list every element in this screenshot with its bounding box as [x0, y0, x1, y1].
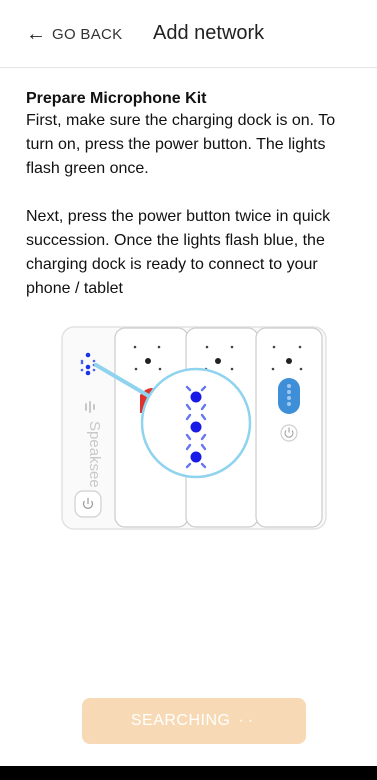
- searching-label: SEARCHING: [130, 712, 231, 729]
- go-back-button[interactable]: ← GO BACK: [26, 22, 122, 46]
- loading-dots-icon: ··: [238, 712, 258, 729]
- searching-button[interactable]: SEARCHING ··: [82, 698, 306, 744]
- page-title: Add network: [153, 22, 265, 44]
- instructions: Prepare Microphone Kit First, make sure …: [26, 90, 361, 301]
- screen: ← GO BACK Add network Prepare Microphone…: [0, 0, 377, 766]
- instruction-paragraph-1: First, make sure the charging dock is on…: [26, 112, 336, 177]
- go-back-label: GO BACK: [52, 25, 123, 43]
- slot-power-button: [280, 424, 298, 442]
- kit-title: Prepare Microphone Kit: [26, 90, 207, 107]
- header: ← GO BACK Add network: [0, 0, 377, 68]
- instruction-paragraph-2: Next, press the power button twice in qu…: [26, 208, 331, 297]
- brand-label: Speaksee: [86, 421, 103, 488]
- charging-dock-illustration: Speaksee: [61, 326, 327, 530]
- arrow-left-icon: ←: [26, 23, 46, 45]
